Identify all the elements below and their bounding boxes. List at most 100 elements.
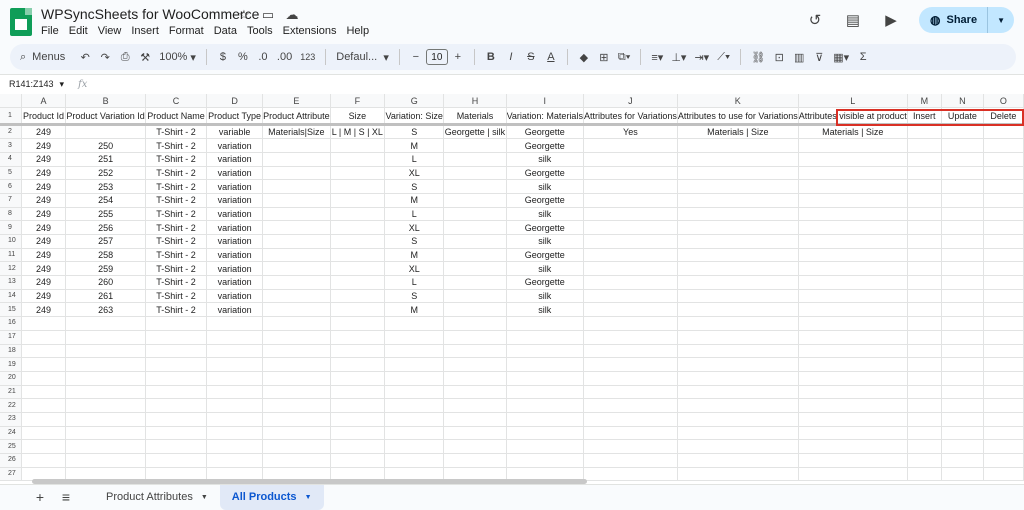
- cell[interactable]: [941, 412, 984, 427]
- cell[interactable]: [798, 275, 908, 290]
- cell[interactable]: [65, 412, 146, 427]
- history-icon[interactable]: ↺: [805, 10, 825, 30]
- menus-search-button[interactable]: ⌕ Menus: [16, 46, 75, 68]
- cell[interactable]: [983, 124, 1024, 140]
- cell[interactable]: [677, 439, 799, 454]
- cell[interactable]: [262, 412, 331, 427]
- cell[interactable]: [907, 166, 942, 181]
- cell[interactable]: [677, 179, 799, 194]
- cell[interactable]: [677, 412, 799, 427]
- cell[interactable]: [145, 453, 208, 468]
- cell[interactable]: [677, 330, 799, 345]
- row-header[interactable]: 11: [0, 248, 22, 263]
- column-header[interactable]: I: [506, 94, 584, 109]
- cell[interactable]: 249: [21, 166, 67, 181]
- cell[interactable]: [330, 330, 386, 345]
- cell[interactable]: [262, 439, 331, 454]
- cell[interactable]: [443, 426, 507, 441]
- cell[interactable]: variation: [206, 261, 264, 277]
- filter-icon[interactable]: ⊽: [809, 46, 829, 68]
- cell[interactable]: [262, 330, 331, 345]
- cell[interactable]: [443, 261, 507, 277]
- cell[interactable]: [262, 152, 331, 167]
- cell[interactable]: [443, 398, 507, 413]
- cell[interactable]: 251: [65, 152, 146, 167]
- cell[interactable]: [798, 412, 908, 427]
- zoom-select[interactable]: 100% ▾: [155, 46, 200, 68]
- cell[interactable]: variation: [206, 275, 264, 290]
- column-header[interactable]: C: [145, 94, 208, 109]
- menu-help[interactable]: Help: [346, 25, 369, 37]
- cell[interactable]: [983, 371, 1024, 386]
- cell[interactable]: [941, 207, 984, 222]
- row-header[interactable]: 24: [0, 426, 22, 441]
- cell[interactable]: [941, 289, 984, 304]
- cell[interactable]: [384, 371, 445, 386]
- cell[interactable]: [384, 330, 445, 345]
- cell[interactable]: [262, 344, 331, 359]
- cell[interactable]: 249: [21, 289, 67, 304]
- cell[interactable]: [206, 453, 264, 468]
- cell[interactable]: [677, 220, 799, 235]
- cell[interactable]: 257: [65, 234, 146, 249]
- cell[interactable]: 249: [21, 138, 67, 153]
- cell[interactable]: T-Shirt - 2: [145, 220, 208, 235]
- cell[interactable]: [677, 398, 799, 413]
- cell[interactable]: [262, 261, 331, 277]
- cell[interactable]: [941, 179, 984, 194]
- cell[interactable]: [145, 344, 208, 359]
- cell[interactable]: [384, 344, 445, 359]
- insert-comment-icon[interactable]: ⊡: [769, 46, 789, 68]
- cell[interactable]: [583, 275, 678, 290]
- cell[interactable]: 256: [65, 220, 146, 235]
- cell[interactable]: [65, 426, 146, 441]
- cell[interactable]: [798, 193, 908, 208]
- row-header[interactable]: 22: [0, 398, 22, 413]
- cell[interactable]: [145, 385, 208, 400]
- row-header[interactable]: 13: [0, 275, 22, 290]
- cell[interactable]: [941, 166, 984, 181]
- increase-decimal-button[interactable]: .00: [273, 46, 296, 68]
- cell[interactable]: XL: [384, 166, 445, 181]
- cell[interactable]: [941, 261, 984, 277]
- cell[interactable]: [330, 138, 386, 153]
- document-title[interactable]: WPSyncSheets for WooCommerce: [41, 6, 259, 22]
- column-header[interactable]: L: [798, 94, 908, 109]
- cell[interactable]: [798, 371, 908, 386]
- cell[interactable]: 249: [21, 124, 67, 140]
- cell[interactable]: 261: [65, 289, 146, 304]
- font-size-decrease-icon[interactable]: −: [406, 46, 426, 68]
- cell[interactable]: [907, 220, 942, 235]
- cell[interactable]: silk: [506, 179, 584, 194]
- cell[interactable]: Georgette: [506, 138, 584, 153]
- row-header[interactable]: 9: [0, 220, 22, 235]
- cell[interactable]: [206, 357, 264, 372]
- cell[interactable]: variation: [206, 152, 264, 167]
- cell[interactable]: silk: [506, 234, 584, 249]
- cell[interactable]: [677, 453, 799, 468]
- cell[interactable]: variation: [206, 207, 264, 222]
- cell[interactable]: [330, 220, 386, 235]
- cell[interactable]: [983, 193, 1024, 208]
- cell[interactable]: [798, 344, 908, 359]
- cell[interactable]: 249: [21, 220, 67, 235]
- cell[interactable]: [941, 316, 984, 331]
- cell[interactable]: [506, 371, 584, 386]
- vertical-align-icon[interactable]: ⊥▾: [667, 46, 690, 68]
- cell[interactable]: [983, 439, 1024, 454]
- cell[interactable]: [145, 357, 208, 372]
- cell[interactable]: [21, 385, 67, 400]
- cell[interactable]: [983, 426, 1024, 441]
- cell[interactable]: Product Attribute: [262, 107, 331, 127]
- cell[interactable]: 258: [65, 248, 146, 263]
- cell[interactable]: [506, 426, 584, 441]
- cell[interactable]: [941, 138, 984, 153]
- cell[interactable]: XL: [384, 220, 445, 235]
- menu-extensions[interactable]: Extensions: [283, 25, 337, 37]
- row-header[interactable]: 3: [0, 138, 22, 153]
- cell[interactable]: [443, 439, 507, 454]
- cell[interactable]: [262, 179, 331, 194]
- column-header[interactable]: H: [443, 94, 507, 109]
- share-dropdown-icon[interactable]: ▼: [987, 7, 1014, 33]
- cell[interactable]: [443, 385, 507, 400]
